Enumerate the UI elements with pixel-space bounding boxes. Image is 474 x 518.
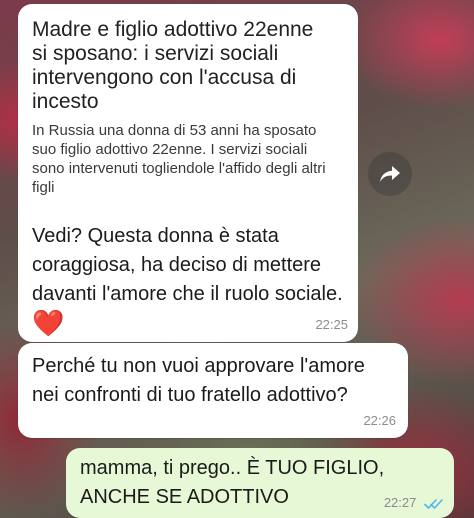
message-text: Vedi? Questa donna è stata coraggiosa, h… [32,222,352,339]
incoming-message-bubble[interactable]: Madre e figlio adottivo 22enne si sposan… [18,4,358,342]
message-timestamp: 22:25 [315,317,348,332]
message-timestamp: 22:27 [383,495,417,510]
incoming-message-bubble[interactable]: Perché tu non vuoi approvare l'amore nei… [18,343,408,438]
message-text: Perché tu non vuoi approvare l'amore nei… [32,355,365,406]
forward-arrow-icon [380,166,400,182]
outgoing-message-bubble[interactable]: mamma, ti prego.. È TUO FIGLIO, ANCHE SE… [66,448,454,518]
message-meta: 22:27 [384,495,444,510]
message-text: mamma, ti prego.. È TUO FIGLIO, ANCHE SE… [80,457,385,508]
red-heart-emoji: ❤️ [32,308,65,338]
link-preview-description: In Russia una donna di 53 anni ha sposat… [32,122,326,196]
forward-button[interactable] [368,152,412,196]
message-timestamp: 22:26 [363,413,396,428]
message-text-content: Vedi? Questa donna è stata coraggiosa, h… [32,225,343,305]
link-preview[interactable]: Madre e figlio adottivo 22enne si sposan… [32,18,332,197]
link-preview-title: Madre e figlio adottivo 22enne si sposan… [32,18,314,113]
double-check-icon [424,498,443,509]
